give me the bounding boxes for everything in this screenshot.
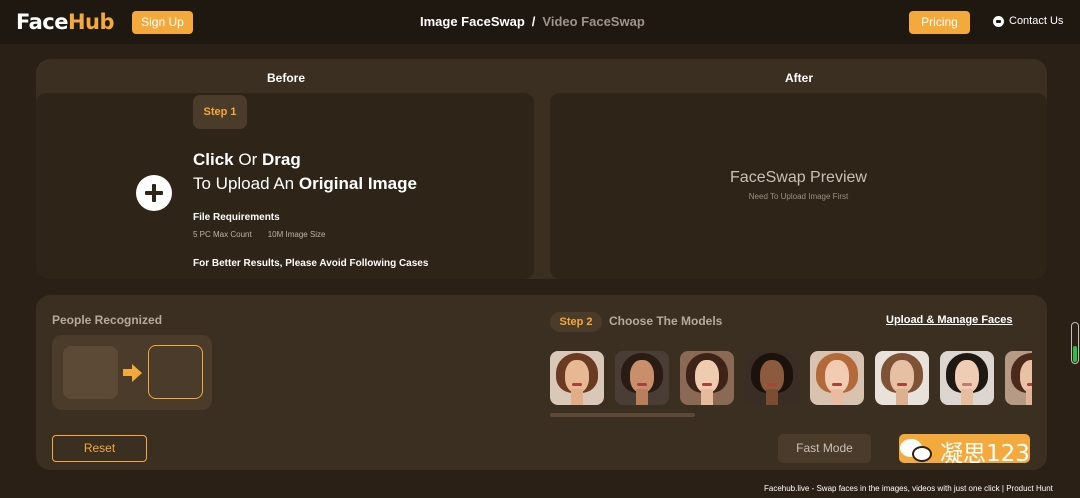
- wechat-icon: [900, 437, 934, 465]
- logo-text-hub: Hub: [67, 10, 115, 34]
- model-face-2[interactable]: [615, 351, 669, 405]
- click-or-drag-text: Click Or Drag: [193, 150, 301, 170]
- watermark-text: 凝思123: [940, 441, 1030, 467]
- chat-icon: [993, 15, 1004, 27]
- arrow-right-icon-head: [132, 364, 142, 382]
- req-max-count: 5 PC Max Count: [193, 230, 252, 239]
- pricing-button[interactable]: Pricing: [909, 11, 970, 34]
- model-carousel: [550, 351, 1032, 405]
- contact-us-link[interactable]: Contact Us: [993, 15, 1063, 27]
- faceswap-preview-area: FaceSwap Preview Need To Upload Image Fi…: [550, 93, 1047, 279]
- file-requirements-title: File Requirements: [193, 212, 280, 223]
- model-face-7[interactable]: [940, 351, 994, 405]
- models-panel: People Recognized Reset Step 2 Choose Th…: [36, 295, 1047, 470]
- avoid-cases-title: For Better Results, Please Avoid Followi…: [193, 258, 429, 269]
- file-requirements-list: 5 PC Max Count 10M Image Size: [193, 230, 326, 239]
- step-2-badge: Step 2: [550, 312, 602, 332]
- tab-image-faceswap[interactable]: Image FaceSwap: [420, 14, 525, 29]
- upload-dropzone[interactable]: Step 1 Click Or Drag To Upload An Origin…: [36, 93, 534, 279]
- people-recognized-box: [52, 335, 212, 410]
- before-title: Before: [266, 71, 305, 85]
- top-navbar: FaceHub Sign Up Image FaceSwap / Video Fac…: [0, 0, 1080, 44]
- preview-subtitle: Need To Upload Image First: [748, 192, 849, 201]
- step-1-badge: Step 1: [193, 95, 247, 129]
- click-word: Click: [193, 150, 234, 169]
- upload-instruction: To Upload An Original Image: [193, 174, 417, 194]
- to-upload-text: To Upload An: [193, 174, 299, 193]
- model-face-8[interactable]: [1005, 351, 1032, 405]
- faceswap-panel: Before After Step 1 Click Or Drag To Upl…: [36, 59, 1047, 279]
- model-face-6[interactable]: [875, 351, 929, 405]
- model-face-3[interactable]: [680, 351, 734, 405]
- product-hunt-badge-alt[interactable]: Facehub.live - Swap faces in the images,…: [764, 484, 1053, 493]
- after-title: After: [784, 71, 813, 85]
- sign-up-button[interactable]: Sign Up: [132, 11, 193, 34]
- source-face-slot: [63, 346, 118, 399]
- model-face-1[interactable]: [550, 351, 604, 405]
- tab-video-faceswap[interactable]: Video FaceSwap: [542, 14, 644, 29]
- facehub-logo[interactable]: FaceHub: [16, 10, 115, 34]
- plus-icon[interactable]: [136, 175, 172, 211]
- side-scroll-indicator[interactable]: [1071, 322, 1079, 364]
- fast-mode-button[interactable]: Fast Mode: [778, 434, 871, 463]
- model-carousel-scrollbar[interactable]: [550, 413, 695, 417]
- contact-us-label: Contact Us: [1009, 15, 1064, 27]
- target-face-slot[interactable]: [148, 345, 203, 399]
- mode-tabs: Image FaceSwap / Video FaceSwap: [420, 14, 645, 29]
- preview-title: FaceSwap Preview: [730, 169, 867, 186]
- reset-button[interactable]: Reset: [52, 435, 147, 462]
- drag-word: Drag: [261, 150, 301, 169]
- people-recognized-title: People Recognized: [52, 313, 163, 327]
- model-face-4[interactable]: [745, 351, 799, 405]
- original-image-text: Original Image: [298, 174, 417, 193]
- or-word: Or: [233, 150, 262, 169]
- watermark: 凝思123: [900, 434, 1030, 468]
- logo-text-face: Face: [16, 10, 68, 34]
- upload-manage-faces-link[interactable]: Upload & Manage Faces: [886, 314, 1013, 326]
- req-image-size: 10M Image Size: [267, 230, 326, 239]
- choose-models-title: Choose The Models: [609, 314, 723, 328]
- tab-separator: /: [531, 14, 536, 29]
- model-face-5[interactable]: [810, 351, 864, 405]
